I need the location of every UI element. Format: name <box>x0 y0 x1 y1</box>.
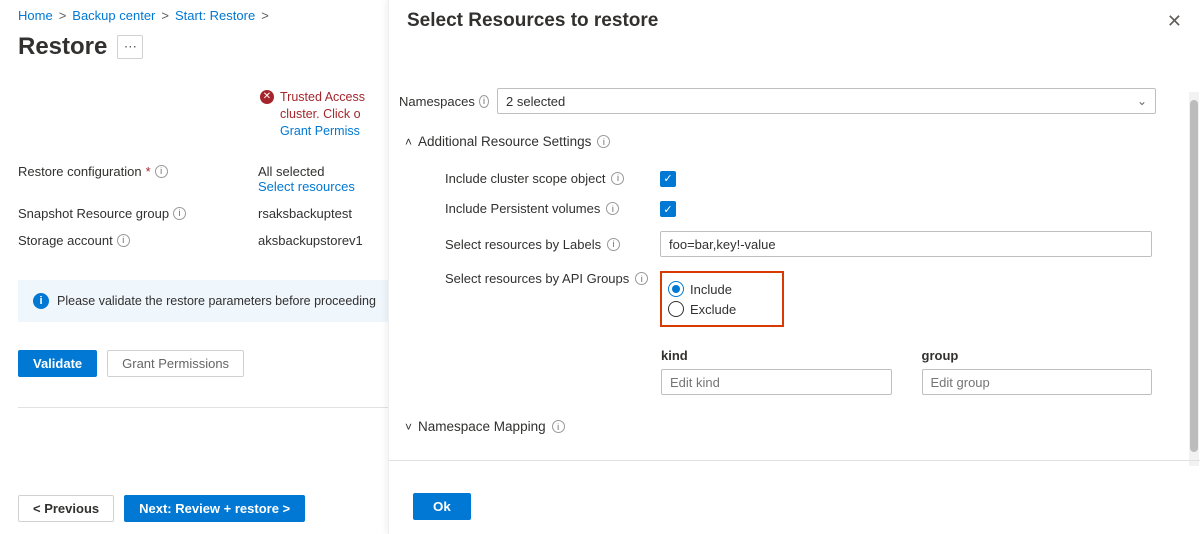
info-icon[interactable]: i <box>611 172 624 185</box>
page-title: Restore <box>18 33 107 61</box>
include-cluster-scope-label: Include cluster scope object <box>445 171 605 186</box>
storage-account-value: aksbackupstorev1 <box>258 233 363 248</box>
breadcrumb-backup-center[interactable]: Backup center <box>72 8 155 23</box>
chevron-right-icon: > <box>59 8 67 23</box>
previous-button[interactable]: < Previous <box>18 495 114 522</box>
grant-permission-link[interactable]: Grant Permiss <box>280 124 360 138</box>
labels-input[interactable] <box>660 231 1152 257</box>
select-resources-link[interactable]: Select resources <box>258 179 355 194</box>
more-button[interactable]: ⋯ <box>117 35 143 59</box>
info-icon[interactable]: i <box>155 165 168 178</box>
info-icon[interactable]: i <box>479 95 489 108</box>
restore-config-value: All selected <box>258 164 355 179</box>
namespaces-select[interactable]: 2 selected ⌄ <box>497 88 1156 114</box>
info-icon[interactable]: i <box>117 234 130 247</box>
group-column-header: group <box>922 348 1153 363</box>
error-text-line2: cluster. Click o <box>280 107 361 121</box>
snapshot-rg-value: rsaksbackuptest <box>258 206 352 221</box>
required-indicator: * <box>146 164 151 179</box>
error-icon: ✕ <box>260 90 274 104</box>
info-bar-text: Please validate the restore parameters b… <box>57 294 376 308</box>
section-title: Additional Resource Settings <box>418 134 591 149</box>
info-icon[interactable]: i <box>607 238 620 251</box>
namespace-mapping-toggle[interactable]: ˅ Namespace Mapping i <box>405 419 1176 434</box>
breadcrumb-start-restore[interactable]: Start: Restore <box>175 8 255 23</box>
select-resources-blade: Select Resources to restore ✕ Namespaces… <box>388 0 1200 534</box>
namespaces-label: Namespaces <box>399 94 475 109</box>
select-by-labels-label: Select resources by Labels <box>445 237 601 252</box>
next-review-restore-button[interactable]: Next: Review + restore > <box>124 495 305 522</box>
additional-resource-settings-toggle[interactable]: ˄ Additional Resource Settings i <box>405 134 1176 149</box>
chevron-down-icon: ˅ <box>405 420 412 434</box>
info-icon[interactable]: i <box>597 135 610 148</box>
kind-column-header: kind <box>661 348 892 363</box>
info-icon[interactable]: i <box>606 202 619 215</box>
ok-button[interactable]: Ok <box>413 493 471 520</box>
exclude-radio-label: Exclude <box>690 302 736 317</box>
blade-title: Select Resources to restore <box>407 10 658 32</box>
validate-button[interactable]: Validate <box>18 350 97 377</box>
info-icon[interactable]: i <box>635 272 648 285</box>
chevron-down-icon: ⌄ <box>1137 94 1147 108</box>
include-persistent-volumes-label: Include Persistent volumes <box>445 201 600 216</box>
scrollbar-thumb[interactable] <box>1190 100 1198 452</box>
info-icon[interactable]: i <box>173 207 186 220</box>
include-radio-label: Include <box>690 282 732 297</box>
select-by-api-groups-label: Select resources by API Groups <box>445 271 629 286</box>
kind-input[interactable] <box>661 369 892 395</box>
api-groups-radio-highlight: Include Exclude <box>660 271 784 327</box>
include-radio[interactable]: Include <box>668 279 768 299</box>
radio-icon <box>668 301 684 317</box>
info-icon[interactable]: i <box>552 420 565 433</box>
include-cluster-scope-checkbox[interactable]: ✓ <box>660 171 676 187</box>
grant-permissions-button[interactable]: Grant Permissions <box>107 350 244 377</box>
chevron-right-icon: > <box>261 8 269 23</box>
close-icon[interactable]: ✕ <box>1167 11 1182 32</box>
include-persistent-volumes-checkbox[interactable]: ✓ <box>660 201 676 217</box>
breadcrumb-home[interactable]: Home <box>18 8 53 23</box>
info-icon: i <box>33 293 49 309</box>
snapshot-rg-label: Snapshot Resource group <box>18 206 169 221</box>
group-input[interactable] <box>922 369 1153 395</box>
namespaces-selected-value: 2 selected <box>506 94 565 109</box>
chevron-right-icon: > <box>161 8 169 23</box>
namespace-mapping-title: Namespace Mapping <box>418 419 546 434</box>
error-text-line1: Trusted Access <box>280 90 365 104</box>
radio-icon <box>668 281 684 297</box>
restore-config-label: Restore configuration <box>18 164 142 179</box>
chevron-up-icon: ˄ <box>405 135 412 149</box>
storage-account-label: Storage account <box>18 233 113 248</box>
exclude-radio[interactable]: Exclude <box>668 299 768 319</box>
